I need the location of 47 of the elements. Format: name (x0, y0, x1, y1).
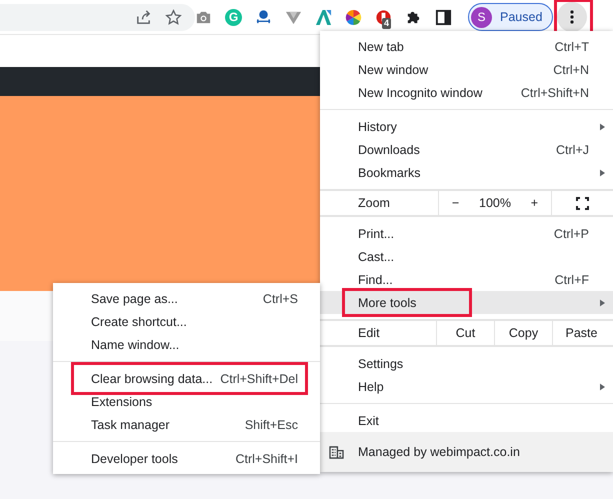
managed-notice: Managed by webimpact.co.in (358, 445, 520, 459)
menu-item[interactable]: New Incognito window Ctrl+Shift+N (320, 81, 613, 104)
address-bar[interactable] (0, 4, 195, 30)
menu-item[interactable]: Save page as... Ctrl+S (53, 287, 320, 310)
profile-avatar: S (471, 6, 492, 28)
menu-item[interactable]: Help (320, 375, 613, 398)
menu-item[interactable]: Developer tools Ctrl+Shift+I (53, 447, 320, 470)
menu-item[interactable]: New tab Ctrl+T (320, 35, 613, 58)
color-wheel-icon[interactable] (345, 8, 362, 26)
menu-item[interactable]: Extensions (53, 390, 320, 413)
menu-item[interactable]: More tools (320, 291, 613, 314)
menu-button[interactable] (557, 2, 588, 32)
menu-item[interactable]: Task manager Shift+Esc (53, 413, 320, 436)
building-icon (329, 446, 344, 458)
zoom-out-button[interactable]: − (446, 196, 466, 210)
profile-chip[interactable]: S Paused (468, 3, 554, 31)
side-panel-icon[interactable] (435, 8, 452, 26)
menu-item[interactable]: Print... Ctrl+P (320, 222, 613, 245)
zoom-label: Zoom (357, 195, 391, 212)
menu-item[interactable]: History (320, 115, 613, 138)
menu-item[interactable]: Settings (320, 352, 613, 375)
submenu-arrow-icon (600, 168, 605, 176)
menu-item[interactable]: Downloads Ctrl+J (320, 138, 613, 161)
submenu-arrow-icon (600, 122, 605, 130)
submenu-arrow-icon (600, 298, 605, 306)
share-icon[interactable] (135, 8, 152, 26)
menu-item[interactable]: Bookmarks (320, 161, 613, 184)
menu-item[interactable]: Exit (320, 409, 613, 432)
profile-status: Paused (500, 10, 542, 24)
menu-item[interactable]: New window Ctrl+N (320, 58, 613, 81)
zoom-in-button[interactable]: + (524, 196, 544, 210)
edit-action-button[interactable]: Copy (494, 321, 552, 345)
bookmark-star-icon[interactable] (165, 8, 182, 26)
extension-badge: 4 (382, 18, 392, 28)
edit-action-button[interactable]: Cut (436, 321, 494, 345)
letter-a-icon[interactable] (315, 8, 332, 26)
zoom-level: 100% (479, 196, 511, 210)
edit-label: Edit (357, 325, 381, 342)
menu-item[interactable]: Find... Ctrl+F (320, 268, 613, 291)
fullscreen-icon (576, 196, 589, 210)
menu-item[interactable]: Name window... (53, 333, 320, 356)
submenu-arrow-icon (600, 382, 605, 390)
menu-item[interactable]: Create shortcut... (53, 310, 320, 333)
edit-action-button[interactable]: Paste (552, 321, 610, 345)
more-icon (570, 10, 574, 24)
menu-item[interactable]: Clear browsing data... Ctrl+Shift+Del (53, 367, 320, 390)
menu-item[interactable]: Cast... (320, 245, 613, 268)
